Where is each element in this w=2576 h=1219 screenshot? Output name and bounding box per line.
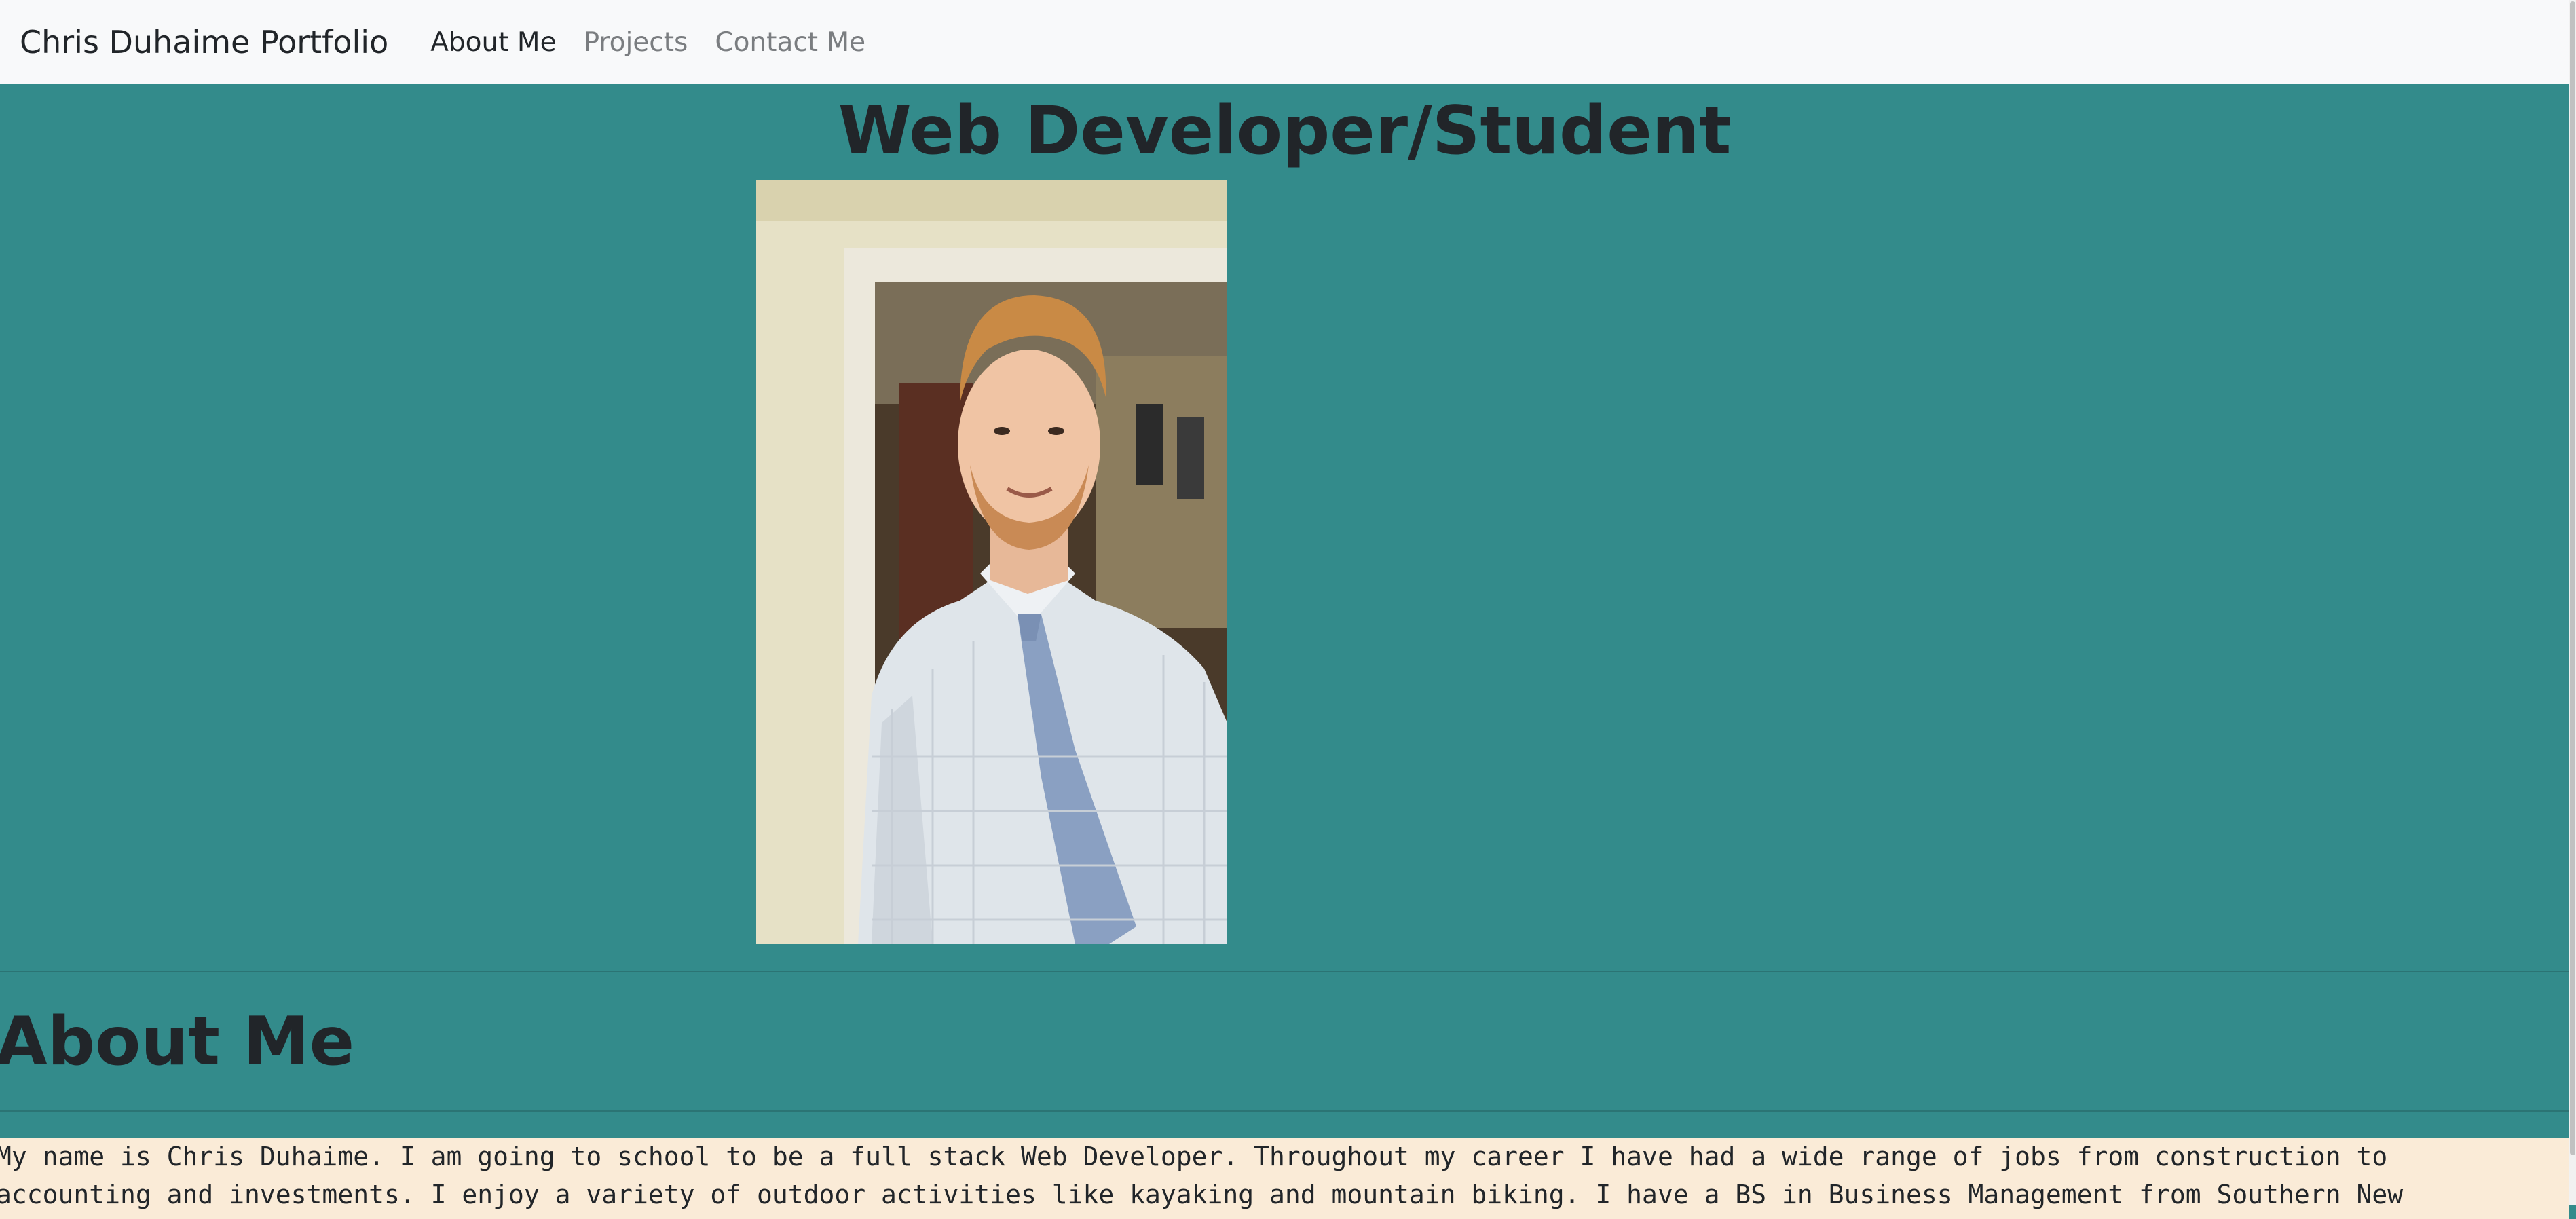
nav-link-about-me[interactable]: About Me xyxy=(430,27,556,58)
navbar-brand[interactable]: Chris Duhaime Portfolio xyxy=(20,24,388,60)
page-title: Web Developer/Student xyxy=(838,92,1732,170)
scrollbar-thumb[interactable] xyxy=(2570,1,2575,1155)
section-divider xyxy=(0,971,2569,972)
nav-link-projects[interactable]: Projects xyxy=(584,27,688,58)
section-divider xyxy=(0,1110,2569,1112)
navbar: Chris Duhaime Portfolio About Me Project… xyxy=(0,0,2569,84)
about-me-heading: About Me xyxy=(0,1003,355,1081)
nav-link-contact-me[interactable]: Contact Me xyxy=(715,27,865,58)
page-scrollbar[interactable] xyxy=(2569,0,2576,1205)
about-me-text-box: My name is Chris Duhaime. I am going to … xyxy=(0,1138,2569,1219)
portrait-photo xyxy=(756,180,1227,944)
about-me-paragraph: My name is Chris Duhaime. I am going to … xyxy=(0,1142,2404,1219)
